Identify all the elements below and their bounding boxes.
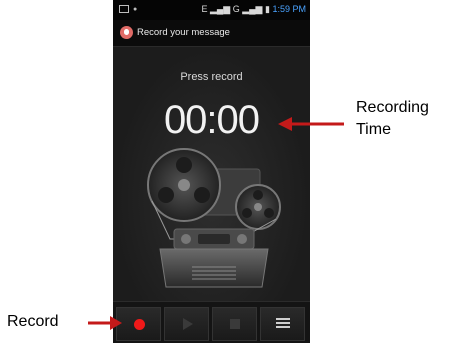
list-button[interactable] xyxy=(260,307,305,341)
clock: 1:59 PM xyxy=(272,4,306,14)
app-title: Record your message xyxy=(137,27,230,38)
stop-button[interactable] xyxy=(212,307,257,341)
signal-icon-2: ▂▄▆ xyxy=(242,4,263,14)
signal-icon: ▂▄▆ xyxy=(209,4,231,14)
recorder-state-label: Press record xyxy=(180,71,243,83)
list-icon xyxy=(276,318,290,331)
recorder-area: Press record 00:00 xyxy=(113,47,310,301)
stop-icon xyxy=(230,319,240,329)
battery-icon: ▮ xyxy=(265,4,270,14)
recording-time-annotation: Recording Time xyxy=(356,97,429,141)
recording-time-line2: Time xyxy=(356,121,391,138)
small-reel xyxy=(235,184,281,230)
record-annotation: Record xyxy=(7,313,59,330)
phone-screen: ● E ▂▄▆ G ▂▄▆ ▮ 1:59 PM Record your mess… xyxy=(113,0,310,343)
recording-time-arrow-icon xyxy=(278,117,344,131)
play-button[interactable] xyxy=(164,307,209,341)
record-arrow-icon xyxy=(88,316,122,330)
title-bar: Record your message xyxy=(113,20,310,47)
reel-to-reel-illustration xyxy=(147,148,281,288)
record-icon xyxy=(134,319,145,330)
play-icon xyxy=(183,318,193,330)
microphone-icon xyxy=(120,26,133,39)
carrier-type: G xyxy=(232,4,240,14)
big-reel xyxy=(147,148,221,222)
gallery-notification-icon xyxy=(119,5,129,13)
network-type: E xyxy=(201,4,208,14)
recording-time-line1: Recording xyxy=(356,99,429,116)
status-bar: ● E ▂▄▆ G ▂▄▆ ▮ 1:59 PM xyxy=(113,0,310,20)
status-indicators: E ▂▄▆ G ▂▄▆ ▮ 1:59 PM xyxy=(201,4,306,15)
notification-dot-icon: ● xyxy=(133,6,138,13)
control-bar xyxy=(113,301,310,343)
